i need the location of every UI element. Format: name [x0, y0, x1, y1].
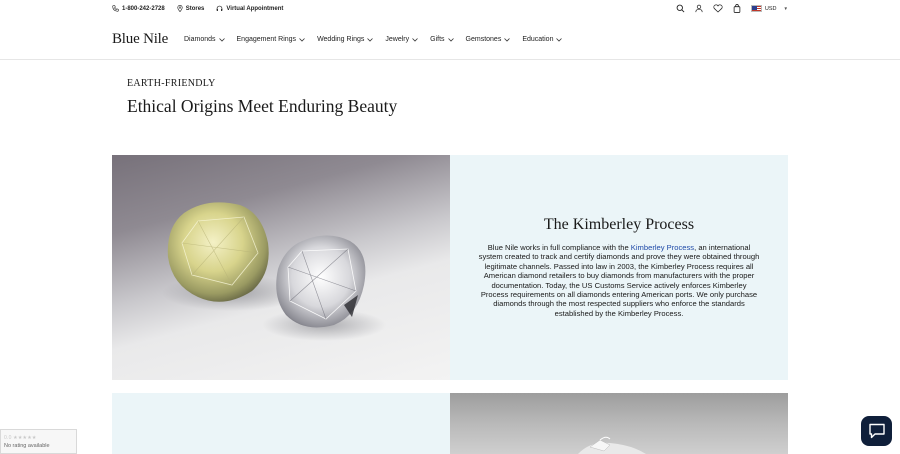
- chevron-down-icon: [447, 37, 454, 42]
- headset-icon: [217, 5, 223, 11]
- rating-stars: 0.0 ★★★★★: [4, 435, 37, 441]
- rating-text: No rating available: [4, 443, 50, 449]
- phone-number: 1-800-242-2728: [122, 5, 165, 12]
- account-button[interactable]: [695, 4, 703, 13]
- nav-item-label: Gemstones: [465, 36, 502, 43]
- chevron-down-icon: [218, 37, 225, 42]
- nav-item-label: Gifts: [430, 36, 445, 43]
- panel-title: The Kimberley Process: [543, 216, 695, 233]
- chevron-down-icon: [412, 37, 418, 42]
- nav-item-engagement-rings[interactable]: Engagement Rings: [237, 36, 306, 43]
- virtual-appointment-label: Virtual Appointment: [226, 5, 284, 12]
- star-icon: ★★★★★: [13, 435, 37, 441]
- nav-item-diamonds[interactable]: Diamonds: [184, 36, 225, 43]
- nav-item-label: Wedding Rings: [317, 36, 365, 43]
- diamonds-photo: [112, 155, 450, 380]
- kimberley-process-link[interactable]: Kimberley Process: [631, 243, 694, 252]
- nav-item-education[interactable]: Education: [522, 36, 563, 43]
- utility-actions: USD ▼: [666, 4, 788, 13]
- chat-button[interactable]: [861, 416, 892, 446]
- chevron-down-icon: [299, 37, 305, 42]
- nav-item-label: Diamonds: [184, 36, 216, 43]
- panel-body-intro: Blue Nile works in full compliance with …: [487, 243, 631, 252]
- rating-widget[interactable]: 0.0 ★★★★★ No rating available: [0, 429, 77, 454]
- chevron-down-icon: [504, 37, 511, 42]
- nav-item-wedding-rings[interactable]: Wedding Rings: [317, 36, 374, 43]
- nav-item-label: Jewelry: [385, 36, 410, 43]
- stores-link[interactable]: Stores: [177, 5, 205, 12]
- currency-selector[interactable]: USD: [765, 6, 777, 12]
- virtual-appointment-link[interactable]: Virtual Appointment: [216, 5, 283, 12]
- chevron-down-icon: [367, 37, 374, 42]
- stores-label: Stores: [185, 5, 205, 12]
- section-headline: Ethical Origins Meet Enduring Beauty: [127, 96, 398, 116]
- account-icon: [695, 4, 703, 13]
- nav-item-jewelry[interactable]: Jewelry: [385, 36, 418, 43]
- chevron-down-icon: [556, 37, 563, 42]
- nav-menu: Diamonds Engagement Rings Wedding Rings …: [184, 36, 574, 43]
- us-flag-icon[interactable]: [750, 5, 762, 12]
- caret-down-icon[interactable]: ▼: [784, 6, 788, 11]
- panel-body-rest: , an international system created to tra…: [478, 243, 760, 318]
- utility-bar: 1-800-242-2728 Stores Virtual Appointmen…: [0, 0, 900, 21]
- rating-score: 0.0: [4, 435, 12, 441]
- ring-photo: [450, 393, 788, 454]
- second-feature-panel: [112, 393, 450, 454]
- kimberley-process-panel: The Kimberley Process Blue Nile works in…: [450, 155, 788, 380]
- search-button[interactable]: [676, 4, 685, 13]
- main-navigation: Blue Nile Diamonds Engagement Rings Wedd…: [0, 21, 900, 60]
- diamonds-illustration: [162, 202, 386, 341]
- phone-link[interactable]: 1-800-242-2728: [112, 5, 165, 12]
- ring-illustration: [578, 436, 646, 454]
- chat-bubble-icon: [868, 423, 885, 439]
- bag-icon: [733, 4, 741, 13]
- nav-item-label: Education: [522, 36, 554, 43]
- wishlist-button[interactable]: [713, 4, 723, 13]
- utility-links: 1-800-242-2728 Stores Virtual Appointmen…: [112, 5, 295, 12]
- nav-item-gifts[interactable]: Gifts: [430, 36, 454, 43]
- section-eyebrow: EARTH-FRIENDLY: [127, 78, 216, 89]
- nav-item-gemstones[interactable]: Gemstones: [466, 36, 511, 43]
- heart-icon: [713, 4, 723, 13]
- phone-icon: [112, 5, 119, 12]
- search-icon: [676, 4, 685, 13]
- location-pin-icon: [177, 5, 183, 12]
- cart-button[interactable]: [733, 4, 741, 13]
- panel-body: Blue Nile works in full compliance with …: [478, 243, 760, 318]
- nav-item-label: Engagement Rings: [236, 36, 297, 43]
- blue-nile-logo[interactable]: Blue Nile: [112, 31, 168, 48]
